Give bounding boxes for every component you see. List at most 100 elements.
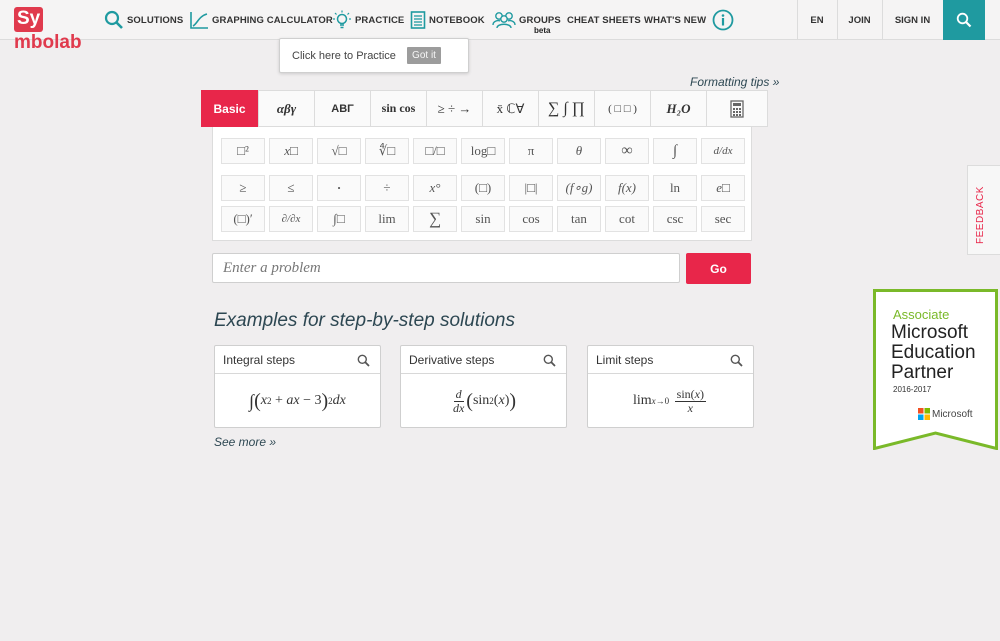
key-integral[interactable]: ∫ <box>653 138 697 164</box>
keypad-row: (□)′ ∂/∂x ∫□ lim ∑ sin cos tan cot csc s… <box>221 206 745 232</box>
badge-line: Microsoft <box>891 322 969 343</box>
key-function[interactable]: f(x) <box>605 175 649 201</box>
nav-practice[interactable]: PRACTICE <box>332 0 404 40</box>
tab-matrix[interactable]: ( □ □ ) <box>595 91 651 126</box>
nav-whats-new-label: WHAT'S NEW <box>644 14 707 26</box>
badge-line: Education <box>891 342 976 363</box>
key-sum[interactable]: ∑ <box>413 206 457 232</box>
key-divide[interactable]: ÷ <box>365 175 409 201</box>
problem-input[interactable] <box>212 253 680 283</box>
key-derivative[interactable]: d/dx <box>701 138 745 164</box>
tab-chemistry[interactable]: H₂O <box>651 91 707 126</box>
card-header: Integral steps <box>215 346 380 374</box>
nav-cheat-sheets-label: CHEAT SHEETS <box>567 14 641 26</box>
notebook-icon <box>410 11 426 29</box>
tab-greek-upper[interactable]: ΑΒΓ <box>315 91 371 126</box>
key-exp[interactable]: e□ <box>701 175 745 201</box>
key-pi[interactable]: π <box>509 138 553 164</box>
sign-in-button[interactable]: SIGN IN <box>882 0 943 40</box>
see-more-link[interactable]: See more » <box>214 435 276 449</box>
card-title: Limit steps <box>596 352 654 367</box>
example-card-derivative[interactable]: Derivative steps d dx(sin 2(x)) <box>400 345 567 428</box>
key-tan[interactable]: tan <box>557 206 601 232</box>
tab-greek-lower[interactable]: αβγ <box>259 91 315 126</box>
examples-title: Examples for step-by-step solutions <box>214 310 515 331</box>
key-definite-integral[interactable]: ∫□ <box>317 206 361 232</box>
formatting-tips-link[interactable]: Formatting tips » <box>690 75 779 89</box>
badge-years: 2016-2017 <box>893 385 932 394</box>
key-power[interactable]: x□ <box>269 138 313 164</box>
key-cos[interactable]: cos <box>509 206 553 232</box>
card-formula: d dx(sin 2(x)) <box>452 386 517 415</box>
key-composition[interactable]: (f∘g) <box>557 175 601 201</box>
nav-graphing-calculator[interactable]: GRAPHING CALCULATOR <box>189 0 333 40</box>
feedback-tab[interactable]: FEEDBACK <box>967 165 1000 255</box>
tooltip-text: Click here to Practice <box>292 50 396 62</box>
card-title: Integral steps <box>223 352 296 367</box>
nav-solutions[interactable]: SOLUTIONS <box>104 0 183 40</box>
search-icon <box>730 354 743 367</box>
search-icon <box>357 354 370 367</box>
nav-graphing-label: GRAPHING CALCULATOR <box>212 14 333 26</box>
key-infinity[interactable]: ∞ <box>605 138 649 164</box>
card-header: Limit steps <box>588 346 753 374</box>
nav-notebook[interactable]: NOTEBOOK <box>410 0 485 40</box>
key-sec[interactable]: sec <box>701 206 745 232</box>
language-selector[interactable]: EN <box>797 0 837 40</box>
search-icon <box>543 354 556 367</box>
microsoft-label: Microsoft <box>932 408 973 420</box>
nav-whats-new[interactable]: WHAT'S NEW <box>644 0 706 40</box>
nav-groups-label: GROUPS <box>519 14 561 26</box>
key-dot[interactable]: · <box>317 175 361 201</box>
key-square[interactable]: □² <box>221 138 265 164</box>
search-button[interactable] <box>943 0 985 40</box>
key-log[interactable]: log□ <box>461 138 505 164</box>
badge-microsoft: Microsoft <box>918 408 973 420</box>
example-card-limit[interactable]: Limit steps lim x→0 sin(x) x <box>587 345 754 428</box>
search-icon <box>104 10 123 29</box>
search-icon <box>956 12 972 28</box>
key-cot[interactable]: cot <box>605 206 649 232</box>
tab-basic[interactable]: Basic <box>201 90 259 127</box>
tab-trig[interactable]: sin cos <box>371 91 427 126</box>
key-partial[interactable]: ∂/∂x <box>269 206 313 232</box>
tab-operators[interactable]: ≥ ÷ → <box>427 91 483 126</box>
card-header: Derivative steps <box>401 346 566 374</box>
key-csc[interactable]: csc <box>653 206 697 232</box>
nav-groups[interactable]: GROUPS <box>492 0 561 40</box>
keypad-tabs: Basic αβγ ΑΒΓ sin cos ≥ ÷ → x̄ ℂ∀ ∑ ∫ ∏ … <box>201 90 768 127</box>
key-lim[interactable]: lim <box>365 206 409 232</box>
card-formula: lim x→0 sin(x) x <box>633 386 706 415</box>
lightbulb-icon <box>333 10 351 29</box>
tab-calculus[interactable]: ∑ ∫ ∏ <box>539 91 595 126</box>
got-it-button[interactable]: Got it <box>407 47 441 64</box>
groups-icon <box>492 12 516 29</box>
key-ln[interactable]: ln <box>653 175 697 201</box>
symbolab-logo[interactable]: Symbolab <box>14 7 96 53</box>
nav-practice-label: PRACTICE <box>355 14 405 26</box>
key-leq[interactable]: ≤ <box>269 175 313 201</box>
key-geq[interactable]: ≥ <box>221 175 265 201</box>
info-button[interactable] <box>712 0 737 40</box>
card-title: Derivative steps <box>409 352 495 367</box>
key-sin[interactable]: sin <box>461 206 505 232</box>
tab-sets[interactable]: x̄ ℂ∀ <box>483 91 539 126</box>
key-prime[interactable]: (□)′ <box>221 206 265 232</box>
logo-text: mbolab <box>14 32 82 53</box>
key-parentheses[interactable]: (□) <box>461 175 505 201</box>
join-button[interactable]: JOIN <box>837 0 882 40</box>
key-degree[interactable]: x° <box>413 175 457 201</box>
nav-cheat-sheets[interactable]: CHEAT SHEETS <box>567 0 641 40</box>
key-absolute[interactable]: |□| <box>509 175 553 201</box>
tab-calculator[interactable] <box>707 91 766 126</box>
go-button[interactable]: Go <box>686 253 751 284</box>
key-fraction[interactable]: □/□ <box>413 138 457 164</box>
logo-highlight: Sy <box>14 7 44 32</box>
key-sqrt[interactable]: √□ <box>317 138 361 164</box>
card-formula: ∫(x 2 + ax − 3) 2 dx <box>249 389 346 412</box>
key-theta[interactable]: θ <box>557 138 601 164</box>
key-nth-root[interactable]: ∜□ <box>365 138 409 164</box>
practice-tooltip: Click here to Practice Got it <box>279 38 469 73</box>
nav-solutions-label: SOLUTIONS <box>127 14 184 26</box>
example-card-integral[interactable]: Integral steps ∫(x 2 + ax − 3) 2 dx <box>214 345 381 428</box>
